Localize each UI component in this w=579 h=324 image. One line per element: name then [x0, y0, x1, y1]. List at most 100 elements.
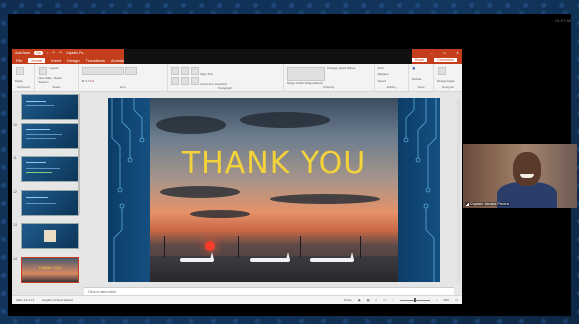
- share-button[interactable]: Share: [411, 58, 428, 62]
- indent-icon[interactable]: [190, 66, 199, 75]
- light-pole: [300, 236, 301, 258]
- tab-insert[interactable]: Insert: [51, 58, 61, 63]
- notes-toggle[interactable]: Notes: [344, 298, 352, 302]
- section-button[interactable]: Section: [38, 80, 48, 84]
- zoom-in-icon[interactable]: +: [436, 298, 438, 302]
- dictate-button[interactable]: Dictate: [412, 77, 430, 81]
- layout-button[interactable]: Layout: [49, 66, 58, 75]
- comments-button[interactable]: Comments: [433, 57, 458, 63]
- quick-styles-button[interactable]: Quick Styles: [339, 66, 356, 81]
- group-editing: Find Replace Select Editing: [375, 64, 409, 91]
- tab-home[interactable]: Home: [28, 57, 46, 63]
- save-icon[interactable]: ▫: [47, 51, 48, 55]
- thumb-image: [44, 230, 56, 242]
- thumbnail-scrollbar[interactable]: [78, 94, 80, 214]
- autosave-label: AutoSave: [15, 50, 31, 55]
- workspace: 10 11 12 13 14 THANK YOU THANK YOU Click…: [12, 92, 462, 304]
- font-size-dropdown[interactable]: [125, 66, 138, 75]
- circuit-border-right: [398, 98, 440, 282]
- group-label: Designer: [442, 85, 455, 89]
- slide-title[interactable]: THANK YOU: [108, 146, 440, 181]
- restore-icon[interactable]: ▭: [443, 51, 446, 55]
- group-paragraph: Align Text Convert to SmartArt Paragraph: [168, 64, 284, 91]
- screen-share-overlay-bar: [124, 49, 412, 64]
- paste-button[interactable]: Paste: [15, 79, 31, 83]
- slideshow-icon[interactable]: ▭: [383, 298, 386, 302]
- file-title: Captain Pe...: [65, 50, 87, 55]
- light-pole: [164, 236, 165, 258]
- airplane: [180, 258, 214, 262]
- microphone-icon[interactable]: ●: [412, 66, 416, 72]
- thumb-line: [26, 162, 46, 163]
- normal-view-icon[interactable]: ▣: [358, 298, 361, 302]
- zoom-slider[interactable]: [399, 298, 430, 302]
- new-slide-icon[interactable]: [38, 66, 47, 75]
- align-right-icon[interactable]: [190, 76, 199, 85]
- slide-thumbnail-9[interactable]: [21, 94, 79, 120]
- replace-button[interactable]: Replace: [378, 72, 405, 76]
- sunset-airport-photo: [150, 98, 398, 282]
- close-icon[interactable]: ✕: [456, 51, 459, 55]
- group-label: Drawing: [323, 85, 335, 89]
- thumb-number: 12: [13, 190, 17, 194]
- paste-icon[interactable]: [15, 66, 24, 75]
- numbering-icon[interactable]: [181, 66, 190, 75]
- tab-design[interactable]: Design: [67, 58, 79, 63]
- font-name-dropdown[interactable]: [82, 66, 125, 75]
- redo-icon[interactable]: ↷: [59, 51, 62, 55]
- language-indicator[interactable]: English (United States): [42, 298, 73, 302]
- slide-thumbnail-13[interactable]: [21, 223, 79, 249]
- slide-scrollbar[interactable]: [457, 98, 460, 282]
- design-ideas-button[interactable]: Design Ideas: [437, 79, 459, 83]
- group-drawing: Arrange Quick Styles Shape Outline Shape…: [284, 64, 375, 91]
- tab-transitions[interactable]: Transitions: [86, 58, 105, 63]
- reset-button[interactable]: Reset: [54, 76, 62, 80]
- airplane: [310, 258, 354, 262]
- bullets-icon[interactable]: [171, 66, 180, 75]
- current-slide[interactable]: THANK YOU: [108, 98, 440, 282]
- slide-counter: Slide 14 of 14: [16, 298, 35, 302]
- group-label: Slides: [52, 84, 61, 89]
- undo-icon[interactable]: ↶: [52, 51, 55, 55]
- group-label: Font: [119, 85, 126, 89]
- new-slide-button[interactable]: New Slide: [38, 76, 52, 80]
- design-ideas-icon[interactable]: [437, 66, 446, 75]
- participant-video-tile[interactable]: Captain Janaka Perera: [463, 144, 577, 208]
- reading-view-icon[interactable]: ▯: [376, 298, 378, 302]
- arrange-button[interactable]: Arrange: [327, 66, 338, 81]
- slide-thumbnail-pane[interactable]: 10 11 12 13 14 THANK YOU: [12, 92, 82, 296]
- find-button[interactable]: Find: [378, 66, 405, 70]
- minimize-icon[interactable]: –: [431, 51, 433, 55]
- slide-thumbnail-10[interactable]: [21, 123, 79, 149]
- thumb-line: [26, 203, 56, 204]
- circuit-pattern: [111, 98, 145, 282]
- thumb-line: [26, 129, 50, 130]
- tab-file[interactable]: File: [16, 58, 22, 63]
- airplane-tail: [286, 252, 290, 260]
- thumb-number: 14: [13, 257, 17, 261]
- font-color-icon[interactable]: A: [92, 79, 94, 83]
- slide-thumbnail-11[interactable]: [21, 156, 79, 182]
- slide-thumbnail-12[interactable]: [21, 190, 79, 216]
- thumb-line: [26, 197, 48, 198]
- airplane: [250, 258, 290, 262]
- fit-slide-icon[interactable]: ⊡: [455, 298, 458, 302]
- bold-button[interactable]: B: [82, 79, 84, 83]
- meeting-clock: 01:07:46: [555, 18, 571, 23]
- group-label: Clipboard: [16, 85, 30, 89]
- light-pole: [238, 236, 239, 258]
- zoom-out-icon[interactable]: –: [392, 298, 394, 302]
- slide-sorter-icon[interactable]: ▦: [367, 298, 370, 302]
- zoom-level[interactable]: 56%: [443, 298, 449, 302]
- thumb-number: 10: [13, 123, 17, 127]
- status-bar: Slide 14 of 14 English (United States) N…: [12, 295, 462, 304]
- autosave-toggle[interactable]: On: [34, 50, 43, 55]
- thumb-number: 11: [13, 156, 17, 160]
- shapes-gallery[interactable]: [287, 66, 326, 81]
- align-center-icon[interactable]: [181, 76, 190, 85]
- slide-thumbnail-14[interactable]: THANK YOU: [21, 257, 79, 283]
- group-clipboard: Paste Clipboard: [12, 64, 36, 91]
- thumb-line: [26, 138, 56, 139]
- select-button[interactable]: Select: [378, 79, 405, 83]
- align-left-icon[interactable]: [171, 76, 180, 85]
